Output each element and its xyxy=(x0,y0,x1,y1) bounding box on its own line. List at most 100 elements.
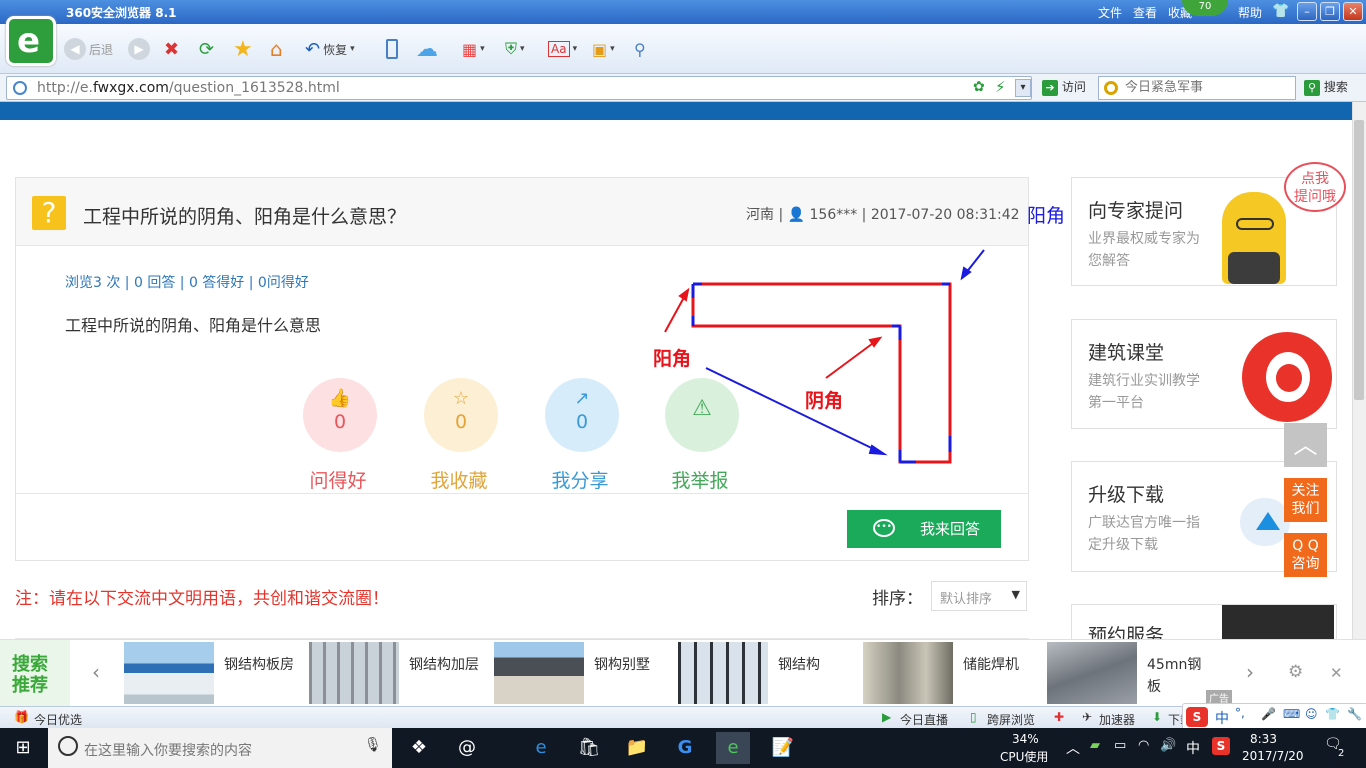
plus-icon[interactable]: ✚ xyxy=(1054,710,1064,724)
screenshot-button[interactable]: ▣ ▾ xyxy=(592,36,615,62)
comment-notice: 注：请在以下交流中文明用语，共创和谐交流圈！ xyxy=(15,589,389,609)
favorite-button[interactable]: ★ xyxy=(233,36,253,62)
settings-gear-icon[interactable]: ⚙ xyxy=(1288,662,1303,682)
refresh-icon: ⟳ xyxy=(199,38,215,60)
recommend-item[interactable]: 钢结构 xyxy=(678,642,858,704)
shield-icon: ⛨ xyxy=(505,39,518,58)
keyboard-icon[interactable]: ⌨ xyxy=(1283,707,1300,721)
microphone-icon[interactable]: 🎤 xyxy=(1261,707,1276,721)
maximize-button[interactable]: ❐ xyxy=(1320,2,1340,21)
share-button[interactable]: ↗ 0 xyxy=(545,378,619,452)
tray-expand-icon[interactable]: ︿ xyxy=(1066,738,1080,758)
card-divider xyxy=(16,493,1028,494)
back-to-top-button[interactable]: ︿ xyxy=(1284,423,1327,467)
zoom-button[interactable]: ⚲ xyxy=(634,36,646,62)
restore-button[interactable]: ↶ 恢复 ▾ xyxy=(305,36,355,62)
volume-icon[interactable]: 🔊 xyxy=(1160,738,1176,753)
appointment-card[interactable]: 预约服务 xyxy=(1071,604,1337,647)
status-left-text[interactable]: 今日优选 xyxy=(34,711,82,728)
sogou-tray-icon[interactable]: S xyxy=(1212,737,1230,755)
edge-icon[interactable]: e xyxy=(524,732,558,764)
forward-button[interactable]: ▶ xyxy=(128,36,150,62)
glodon-app-icon[interactable]: G xyxy=(668,732,702,764)
apps-button[interactable]: ▦ ▾ xyxy=(462,36,485,62)
stop-button[interactable]: ✖ xyxy=(164,36,179,62)
microphone-icon[interactable]: 🎙 xyxy=(364,737,382,753)
clock-time[interactable]: 8:33 xyxy=(1250,732,1277,746)
nvidia-icon[interactable]: ▰ xyxy=(1090,738,1100,753)
close-icon[interactable]: ✕ xyxy=(1330,664,1343,682)
course-card[interactable]: 建筑课堂 建筑行业实训教学第一平台 xyxy=(1071,319,1337,429)
follow-us-button[interactable]: 关注 我们 xyxy=(1284,478,1327,522)
skin-icon[interactable]: 👕 xyxy=(1325,707,1340,721)
recommend-item[interactable]: 储能焊机 xyxy=(863,642,1043,704)
scrollbar-thumb[interactable] xyxy=(1354,120,1364,400)
cpu-percent: 34% xyxy=(1012,732,1039,746)
clock-date[interactable]: 2017/7/20 xyxy=(1242,749,1304,763)
phone-button[interactable] xyxy=(386,36,398,62)
collect-label[interactable]: 我收藏 xyxy=(404,466,514,493)
speed-icon[interactable]: ✿ xyxy=(973,79,985,95)
menu-help[interactable]: 帮助 xyxy=(1238,4,1262,21)
qq-consult-button[interactable]: Q Q 咨询 xyxy=(1284,533,1327,577)
refresh-button[interactable]: ⟳ xyxy=(199,36,214,62)
ie-like-app-icon[interactable]: @ xyxy=(450,732,484,764)
search-engine-icon[interactable] xyxy=(1104,81,1118,95)
emoji-icon[interactable]: ☺ xyxy=(1305,707,1318,721)
browser-logo[interactable]: e xyxy=(6,16,56,66)
recommend-item[interactable]: 钢结构板房 xyxy=(124,642,304,704)
upgrade-desc: 广联达官方唯一指定升级下载 xyxy=(1088,515,1200,553)
cloud-button[interactable]: ☁ xyxy=(416,36,438,62)
wifi-icon[interactable]: ◠ xyxy=(1138,738,1149,753)
back-button[interactable]: ◀ 后退 xyxy=(64,36,113,62)
task-view-icon[interactable]: ❖ xyxy=(402,732,436,764)
ime-toolbar[interactable]: S 中 °, 🎤 ⌨ ☺ 👕 🔧 xyxy=(1182,703,1366,731)
menu-view[interactable]: 查看 xyxy=(1133,4,1157,21)
cross-screen-link[interactable]: 跨屏浏览 xyxy=(987,711,1035,728)
taskbar-ime[interactable]: 中 xyxy=(1186,738,1200,758)
recommend-item[interactable]: 钢结构加层 xyxy=(309,642,489,704)
security-button[interactable]: ⛨ ▾ xyxy=(505,36,525,62)
prev-arrow-icon[interactable]: ‹ xyxy=(92,660,100,684)
question-stats: 浏览3 次 | 0 回答 | 0 答得好 | 0问得好 xyxy=(65,275,309,291)
360-browser-taskbar-icon[interactable]: e xyxy=(716,732,750,764)
translate-button[interactable]: Aa ▾ xyxy=(548,36,577,62)
url-text[interactable]: http://e.fwxgx.com/question_1613528.html xyxy=(37,80,340,96)
home-button[interactable]: ⌂ xyxy=(270,36,283,62)
battery-icon[interactable]: ▭ xyxy=(1114,738,1126,753)
course-logo-inner xyxy=(1276,364,1302,392)
punctuation-icon[interactable]: °, xyxy=(1235,706,1245,720)
close-button[interactable]: ✕ xyxy=(1343,2,1363,21)
file-explorer-icon[interactable]: 📁 xyxy=(620,732,654,764)
minimize-button[interactable]: – xyxy=(1297,2,1317,21)
like-label[interactable]: 问得好 xyxy=(283,466,393,493)
share-label[interactable]: 我分享 xyxy=(525,466,635,493)
ime-language[interactable]: 中 xyxy=(1215,708,1229,728)
wrench-icon[interactable]: 🔧 xyxy=(1347,707,1362,721)
live-link[interactable]: 今日直播 xyxy=(900,711,948,728)
search-button[interactable]: ⚲ 搜索 xyxy=(1304,78,1348,96)
visit-button[interactable]: ➔ 访问 xyxy=(1042,78,1086,96)
url-dropdown-icon[interactable]: ▾ xyxy=(1015,79,1031,97)
address-bar[interactable]: http://e.fwxgx.com/question_1613528.html… xyxy=(6,76,1032,100)
windows-start-icon[interactable]: ⊞ xyxy=(6,732,40,764)
taskbar-search[interactable]: 在这里输入你要搜索的内容 🎙 xyxy=(48,728,392,768)
recommend-item[interactable]: 45mn钢板 xyxy=(1047,642,1227,704)
menu-file[interactable]: 文件 xyxy=(1098,4,1122,21)
recommend-thumb xyxy=(124,642,214,704)
recommend-item[interactable]: 钢构别墅 xyxy=(494,642,674,704)
like-button[interactable]: 👍 0 xyxy=(303,378,377,452)
skin-icon[interactable]: 👕 xyxy=(1272,3,1289,19)
search-box[interactable] xyxy=(1098,76,1296,100)
search-input[interactable] xyxy=(1125,80,1285,95)
collect-button[interactable]: ☆ 0 xyxy=(424,378,498,452)
sort-select[interactable]: 默认排序 ▼ xyxy=(931,581,1027,611)
next-arrow-icon[interactable]: › xyxy=(1246,660,1254,684)
ask-bubble[interactable]: 点我 提问哦 xyxy=(1284,162,1346,212)
notes-app-icon[interactable]: 📝 xyxy=(766,732,800,764)
lightning-icon[interactable]: ⚡ xyxy=(995,78,1006,96)
accelerator-link[interactable]: 加速器 xyxy=(1099,711,1135,728)
question-mark-icon: ? xyxy=(32,196,66,230)
answer-button[interactable]: ••• 我来回答 xyxy=(847,510,1001,548)
store-icon[interactable]: 🛍 xyxy=(572,732,606,764)
